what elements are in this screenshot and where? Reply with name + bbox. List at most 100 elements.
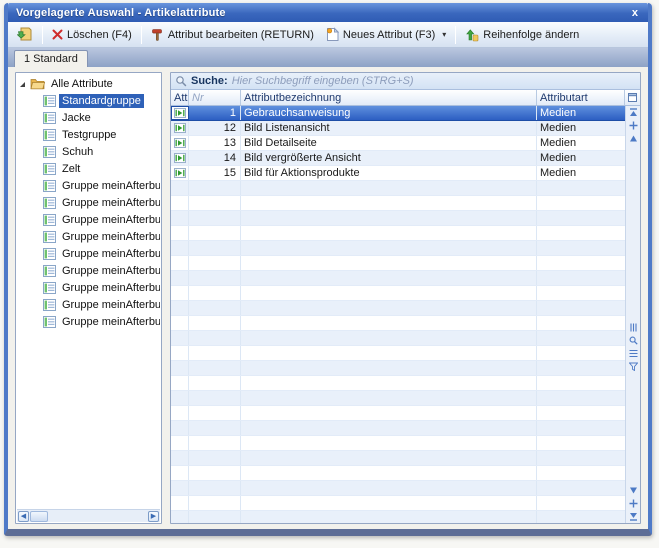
tree-item[interactable]: Gruppe meinAfterbuy ART00082 (17, 313, 160, 330)
table-row[interactable]: 1 Gebrauchsanweisung Medien (171, 106, 625, 121)
tree-item-label: Gruppe meinAfterbuy ART00075 (59, 213, 160, 227)
empty-row[interactable] (171, 451, 625, 466)
grid-scroll-rail[interactable] (625, 106, 640, 523)
table-row[interactable]: 15 Bild für Aktionsprodukte Medien (171, 166, 625, 181)
grid-rows: 1 Gebrauchsanweisung Medien 12 Bild List… (171, 106, 625, 523)
scroll-right-button[interactable]: ▶ (148, 511, 159, 522)
empty-row[interactable] (171, 286, 625, 301)
cell-bezeichnung: Bild Listenansicht (241, 121, 537, 135)
empty-row[interactable] (171, 496, 625, 511)
empty-row[interactable] (171, 346, 625, 361)
media-attribute-icon (171, 151, 189, 165)
empty-row[interactable] (171, 181, 625, 196)
filter-icon[interactable] (629, 362, 638, 371)
tree-list: Alle Attribute Standardgruppe (17, 75, 160, 509)
attribute-group-icon (43, 265, 56, 277)
toolbar-separator (141, 26, 142, 44)
list-icon[interactable] (629, 349, 638, 358)
title-bar[interactable]: Vorgelagerte Auswahl - Artikelattribute … (8, 3, 648, 22)
toolbar: Löschen (F4) Attribut bearbeiten (RETURN… (8, 22, 648, 48)
expander-icon[interactable] (20, 82, 25, 87)
reorder-button[interactable]: Reihenfolge ändern (460, 26, 584, 44)
pin-icon[interactable] (629, 323, 638, 332)
tree-item[interactable]: Zelt (17, 160, 160, 177)
tree-item-label: Gruppe meinAfterbuy ART00074 (59, 196, 160, 210)
scroll-drag-icon[interactable] (629, 499, 638, 508)
empty-row[interactable] (171, 196, 625, 211)
tree-item[interactable]: Schuh (17, 143, 160, 160)
tree-item[interactable]: Standardgruppe (17, 92, 160, 109)
table-row[interactable]: 12 Bild Listenansicht Medien (171, 121, 625, 136)
empty-row[interactable] (171, 226, 625, 241)
media-attribute-icon (171, 106, 189, 120)
tree-item-label: Gruppe meinAfterbuy ART00082 (59, 315, 160, 329)
empty-row[interactable] (171, 256, 625, 271)
table-row[interactable]: 13 Bild Detailseite Medien (171, 136, 625, 151)
scroll-up-icon[interactable] (629, 134, 638, 143)
tree-item-label: Gruppe meinAfterbuy ART00078 (59, 247, 160, 261)
empty-row[interactable] (171, 436, 625, 451)
tree-horizontal-scrollbar[interactable]: ◀ ▶ (17, 509, 160, 522)
tree-item[interactable]: Jacke (17, 109, 160, 126)
empty-row[interactable] (171, 391, 625, 406)
empty-row[interactable] (171, 421, 625, 436)
scroll-left-button[interactable]: ◀ (18, 511, 29, 522)
attribute-group-icon (43, 316, 56, 328)
attribute-group-icon (43, 146, 56, 158)
table-row[interactable]: 14 Bild vergrößerte Ansicht Medien (171, 151, 625, 166)
cell-bezeichnung: Bild Detailseite (241, 136, 537, 150)
column-header-bezeichnung[interactable]: Attributbezeichnung (241, 90, 537, 105)
tree-item[interactable]: Gruppe meinAfterbuy ART00075 (17, 211, 160, 228)
column-chooser-button[interactable] (625, 90, 640, 105)
attribute-group-icon (43, 231, 56, 243)
scroll-drag-icon[interactable] (629, 121, 638, 130)
column-header-nr[interactable]: Nr (189, 90, 241, 105)
delete-label: Löschen (F4) (67, 29, 132, 41)
new-attribute-button[interactable]: Neues Attribut (F3) ▾ (321, 25, 451, 44)
new-attribute-label: Neues Attribut (F3) (343, 29, 435, 41)
empty-row[interactable] (171, 406, 625, 421)
grid-body: 1 Gebrauchsanweisung Medien 12 Bild List… (171, 106, 640, 523)
tree-item[interactable]: Gruppe meinAfterbuy ART00079 (17, 262, 160, 279)
close-button[interactable]: x (630, 7, 640, 19)
attribute-group-icon (43, 299, 56, 311)
tree-item[interactable]: Gruppe meinAfterbuy ART00078 (17, 245, 160, 262)
empty-row[interactable] (171, 211, 625, 226)
empty-row[interactable] (171, 271, 625, 286)
tree-item[interactable]: Gruppe meinAfterbuy ART00081 (17, 296, 160, 313)
empty-row[interactable] (171, 331, 625, 346)
tree-item[interactable]: Gruppe meinAfterbuy ART00074 (17, 194, 160, 211)
edit-attribute-button[interactable]: Attribut bearbeiten (RETURN) (146, 26, 319, 43)
cell-art: Medien (537, 106, 625, 120)
scroll-down-icon[interactable] (629, 486, 638, 495)
attribute-groups-tree: Alle Attribute Standardgruppe (15, 72, 162, 524)
scroll-to-bottom-icon[interactable] (629, 512, 638, 521)
column-header-art[interactable]: Attributart (537, 90, 625, 105)
empty-row[interactable] (171, 466, 625, 481)
delete-button[interactable]: Löschen (F4) (47, 27, 137, 43)
empty-row[interactable] (171, 376, 625, 391)
empty-row[interactable] (171, 481, 625, 496)
cell-nr: 12 (189, 121, 241, 135)
tree-root-item[interactable]: Alle Attribute (17, 75, 160, 92)
tree-item[interactable]: Gruppe meinAfterbuy ART00080 (17, 279, 160, 296)
cell-nr: 15 (189, 166, 241, 180)
empty-row[interactable] (171, 511, 625, 523)
dropdown-caret-icon[interactable]: ▾ (442, 30, 446, 39)
attribute-group-icon (43, 180, 56, 192)
tree-item[interactable]: Gruppe meinAfterbuy ART00073 (17, 177, 160, 194)
empty-row[interactable] (171, 241, 625, 256)
tab-standard[interactable]: 1 Standard (14, 50, 88, 67)
scroll-to-top-icon[interactable] (629, 108, 638, 117)
scrollbar-thumb[interactable] (30, 511, 48, 522)
empty-row[interactable] (171, 301, 625, 316)
tree-item[interactable]: Gruppe meinAfterbuy ART00076 (17, 228, 160, 245)
empty-row[interactable] (171, 361, 625, 376)
reorder-arrows-icon (465, 28, 479, 42)
magnifier-icon[interactable] (629, 336, 638, 345)
empty-row[interactable] (171, 316, 625, 331)
tree-item[interactable]: Testgruppe (17, 126, 160, 143)
column-header-att[interactable]: Att (171, 90, 189, 105)
import-button[interactable] (12, 25, 38, 44)
grid-search-bar[interactable]: Suche: Hier Suchbegriff eingeben (STRG+S… (171, 73, 640, 90)
